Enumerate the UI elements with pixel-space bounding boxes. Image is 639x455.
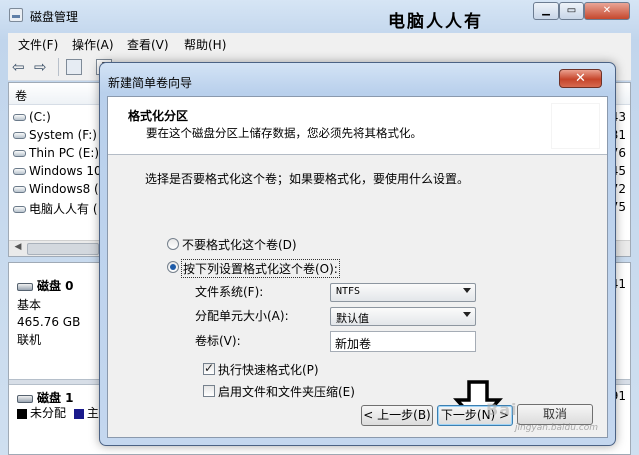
drive-icon <box>13 186 26 193</box>
chevron-down-icon <box>463 288 471 293</box>
list-item[interactable]: System (F:) <box>13 128 113 146</box>
menu-bar: 文件(F) 操作(A) 查看(V) 帮助(H) <box>8 33 631 53</box>
legend-label: 未分配 <box>30 406 67 420</box>
watermark-text: 电脑人人有 <box>388 12 483 32</box>
page-title: 格式化分区 <box>128 109 189 123</box>
filesystem-select[interactable]: NTFS <box>330 283 476 302</box>
filesystem-label: 文件系统(F): <box>195 285 264 299</box>
window-title: 磁盘管理 <box>30 10 79 24</box>
page-subtitle: 要在这个磁盘分区上储存数据，您必须先将其格式化。 <box>146 126 422 140</box>
chevron-down-icon <box>463 312 471 317</box>
drive-icon <box>13 168 26 175</box>
scroll-left-icon[interactable]: ◀ <box>11 242 25 256</box>
quick-format-checkbox[interactable] <box>203 361 215 375</box>
list-item[interactable]: (C:) <box>13 110 113 128</box>
compression-checkbox[interactable] <box>203 385 215 397</box>
menu-action[interactable]: 操作(A) <box>72 36 114 53</box>
volume-name: System (F:) <box>29 128 97 142</box>
menu-file[interactable]: 文件(F) <box>18 36 58 53</box>
volume-name: Windows8 ( <box>29 182 99 196</box>
maximize-button[interactable]: ▭ <box>559 2 584 20</box>
list-item[interactable]: Thin PC (E:) <box>13 146 113 164</box>
format-label[interactable]: 按下列设置格式化这个卷(O): <box>181 259 340 278</box>
wizard-header-image <box>551 103 600 149</box>
quick-format-label[interactable]: 执行快速格式化(P) <box>218 361 319 378</box>
disk-management-app-icon <box>9 8 23 22</box>
alloc-size-value: 默认值 <box>336 312 369 325</box>
volume-name: (C:) <box>29 110 51 124</box>
disk-title: 磁盘 1 <box>37 391 74 405</box>
legend-label: 主 <box>86 406 99 420</box>
list-item[interactable]: 电脑人人有 ( <box>13 200 113 218</box>
legend-swatch-primary <box>73 408 84 419</box>
compression-label[interactable]: 启用文件和文件夹压缩(E) <box>218 383 355 400</box>
drive-icon <box>13 150 26 157</box>
list-item[interactable]: Windows8 ( <box>13 182 113 200</box>
show-hide-tree-icon[interactable] <box>66 59 82 75</box>
wizard-close-button[interactable]: ✕ <box>559 69 602 88</box>
volume-name: Windows 10 <box>29 164 102 178</box>
disk-title: 磁盘 0 <box>37 279 74 293</box>
cancel-button[interactable]: 取消 <box>517 404 593 425</box>
toolbar-separator <box>58 58 59 76</box>
disk-icon <box>17 394 33 403</box>
volume-label-label: 卷标(V): <box>195 334 241 348</box>
baidu-watermark: Bai <box>486 400 518 419</box>
wizard-title: 新建简单卷向导 <box>108 76 193 90</box>
legend-swatch-unallocated <box>17 408 27 419</box>
title-bar: 磁盘管理 电脑人人有 ▁ ▭ ✕ <box>0 0 639 32</box>
menu-help[interactable]: 帮助(H) <box>184 36 226 53</box>
back-button[interactable]: < 上一步(B) <box>361 405 433 426</box>
wizard-header: 格式化分区 要在这个磁盘分区上储存数据，您必须先将其格式化。 <box>108 97 607 155</box>
menu-view[interactable]: 查看(V) <box>127 36 169 53</box>
volume-name: Thin PC (E:) <box>29 146 100 160</box>
scrollbar-thumb[interactable] <box>27 243 99 255</box>
minimize-button[interactable]: ▁ <box>533 2 559 20</box>
alloc-size-label: 分配单元大小(A): <box>195 309 289 323</box>
no-format-radio[interactable] <box>167 238 179 250</box>
drive-icon <box>13 132 26 139</box>
volume-name: 电脑人人有 ( <box>29 202 98 216</box>
close-button[interactable]: ✕ <box>584 2 630 20</box>
wizard-body: 格式化分区 要在这个磁盘分区上储存数据，您必须先将其格式化。 选择是否要格式化这… <box>107 96 608 438</box>
legend: 未分配 主 <box>17 404 99 421</box>
back-arrow-icon[interactable]: ⇦ <box>12 59 28 75</box>
instruction-text: 选择是否要格式化这个卷；如果要格式化，要使用什么设置。 <box>145 172 470 186</box>
no-format-label[interactable]: 不要格式化这个卷(D) <box>182 236 297 253</box>
forward-arrow-icon[interactable]: ⇨ <box>34 59 50 75</box>
alloc-size-select[interactable]: 默认值 <box>330 307 476 326</box>
format-radio[interactable] <box>167 261 179 273</box>
disk-icon <box>17 282 33 291</box>
list-item[interactable]: Windows 10 <box>13 164 113 182</box>
drive-icon <box>13 114 26 121</box>
drive-icon <box>13 206 26 213</box>
volume-label-input[interactable]: 新加卷 <box>330 331 476 352</box>
site-watermark: jingyan.baidu.com <box>515 423 599 433</box>
new-simple-volume-wizard: 新建简单卷向导 ✕ 格式化分区 要在这个磁盘分区上储存数据，您必须先将其格式化。… <box>99 62 616 446</box>
filesystem-value: NTFS <box>336 286 361 297</box>
